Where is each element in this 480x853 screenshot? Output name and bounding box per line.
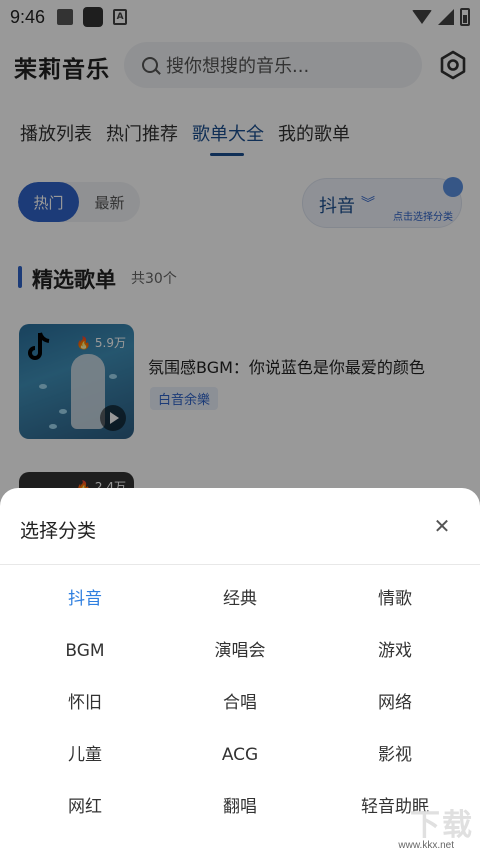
category-item[interactable]: 网络 bbox=[320, 692, 480, 714]
category-item[interactable]: 网红 bbox=[0, 796, 160, 818]
category-item[interactable]: 抖音 bbox=[0, 588, 160, 610]
sheet-divider bbox=[0, 564, 480, 565]
category-item[interactable]: 合唱 bbox=[160, 692, 320, 714]
category-item[interactable]: 经典 bbox=[160, 588, 320, 610]
category-bottom-sheet: 选择分类 ✕ 抖音 经典 情歌 BGM 演唱会 游戏 怀旧 合唱 网络 儿童 A… bbox=[0, 488, 480, 853]
watermark-logo: 下载 www.kkx.net bbox=[356, 800, 480, 853]
category-item[interactable]: 游戏 bbox=[320, 640, 480, 662]
category-item[interactable]: 演唱会 bbox=[160, 640, 320, 662]
category-grid: 抖音 经典 情歌 BGM 演唱会 游戏 怀旧 合唱 网络 儿童 ACG 影视 网… bbox=[0, 588, 480, 818]
category-item[interactable]: 怀旧 bbox=[0, 692, 160, 714]
watermark-logo-text: 下载 bbox=[410, 808, 474, 843]
category-item[interactable]: ACG bbox=[160, 744, 320, 766]
watermark-url: www.kkx.net bbox=[398, 840, 454, 851]
close-icon[interactable]: ✕ bbox=[430, 514, 454, 538]
category-item[interactable]: 儿童 bbox=[0, 744, 160, 766]
category-item[interactable]: BGM bbox=[0, 640, 160, 662]
category-item[interactable]: 情歌 bbox=[320, 588, 480, 610]
sheet-title: 选择分类 bbox=[20, 520, 97, 542]
category-item[interactable]: 影视 bbox=[320, 744, 480, 766]
category-item[interactable]: 翻唱 bbox=[160, 796, 320, 818]
